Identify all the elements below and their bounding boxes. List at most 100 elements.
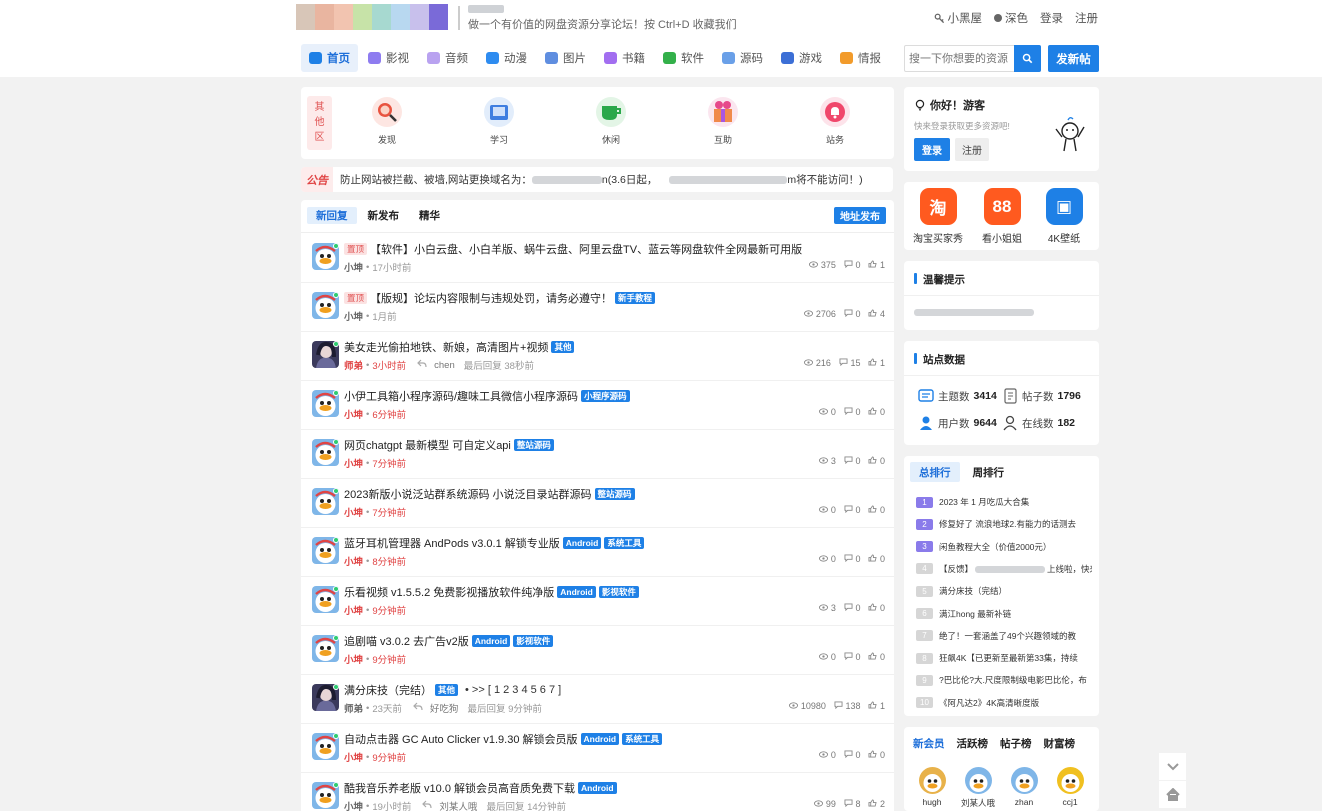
thread-tab[interactable]: 新回复 xyxy=(307,207,357,224)
avatar[interactable] xyxy=(312,635,339,662)
likes-count[interactable]: 0 xyxy=(868,554,885,564)
ranking-item[interactable]: 1 2023 年 1 月吃瓜大合集 xyxy=(916,496,1092,508)
ranking-item[interactable]: 6 满江hong 最新补链 xyxy=(916,608,1092,620)
tag-badge[interactable]: 新手教程 xyxy=(615,292,656,304)
likes-count[interactable]: 0 xyxy=(868,505,885,515)
new-post-button[interactable]: 发新帖 xyxy=(1048,45,1099,72)
tag-badge[interactable]: Android xyxy=(471,635,511,647)
member[interactable]: ccj1 xyxy=(1050,767,1090,807)
sidebar-register-button[interactable]: 注册 xyxy=(955,138,989,161)
author-name[interactable]: 小坤 xyxy=(344,260,363,274)
tag-badge[interactable]: Android xyxy=(578,782,617,794)
thread-title[interactable]: 自动点击器 GC Auto Clicker v1.9.30 解锁会员版 Andro… xyxy=(344,731,663,747)
thread-row[interactable]: 2023新版小说泛站群系统源码 小说泛目录站群源码 整站源码 小坤 • 7分钟前 0 0… xyxy=(301,479,894,528)
tag-badge[interactable]: Android xyxy=(557,586,596,598)
avatar[interactable] xyxy=(312,341,339,368)
tag-badge[interactable]: 影视软件 xyxy=(598,586,639,598)
thread-title[interactable]: 网页chatgpt 最新模型 可自定义api 整站源码 xyxy=(344,437,554,453)
thread-row[interactable]: 酷我音乐养老版 v10.0 解锁会员高音质免费下载 Android 小坤 • 19小时前… xyxy=(301,773,894,811)
thread-title[interactable]: 乐看视频 v1.5.5.2 免费影视播放软件纯净版 Android 影视软件 xyxy=(344,584,639,600)
nav-item[interactable]: 图片 xyxy=(537,44,594,72)
avatar[interactable] xyxy=(312,243,339,270)
nav-item[interactable]: 情报 xyxy=(832,44,889,72)
likes-count[interactable]: 4 xyxy=(868,309,885,319)
avatar[interactable] xyxy=(312,733,339,760)
category-search[interactable]: 发现 xyxy=(357,97,417,146)
thread-tab[interactable]: 新发布 xyxy=(359,207,409,224)
member[interactable]: 刘某人哦 xyxy=(958,767,998,809)
author-name[interactable]: 小坤 xyxy=(344,456,363,470)
thread-title[interactable]: 蓝牙耳机管理器 AndPods v3.0.1 解锁专业版 Android 系统工具 xyxy=(344,535,645,551)
app-shortcut[interactable]: ▣ 4K壁纸 xyxy=(1036,188,1092,245)
thread-row[interactable]: 满分床技（完结） 其他 • >> [ 1 2 3 4 5 6 7 ] 师弟 • 23天前 好… xyxy=(301,675,894,724)
ranking-item[interactable]: 8 狂飙4K【已更新至最新第33集，持续 xyxy=(916,652,1092,664)
search-button[interactable] xyxy=(1014,45,1041,72)
address-publish-button[interactable]: 地址发布 xyxy=(834,207,886,224)
author-name[interactable]: 小坤 xyxy=(344,603,363,617)
likes-count[interactable]: 1 xyxy=(868,701,885,711)
tag-badge[interactable]: 系统工具 xyxy=(604,537,645,549)
thread-row[interactable]: 网页chatgpt 最新模型 可自定义api 整站源码 小坤 • 7分钟前 3 0 0 xyxy=(301,430,894,479)
tag-badge[interactable]: 其他 xyxy=(435,684,459,696)
thread-title[interactable]: 满分床技（完结） 其他 • >> [ 1 2 3 4 5 6 7 ] xyxy=(344,682,561,698)
register-link[interactable]: 注册 xyxy=(1075,10,1098,26)
avatar[interactable] xyxy=(312,439,339,466)
likes-count[interactable]: 2 xyxy=(868,799,885,809)
likes-count[interactable]: 1 xyxy=(868,358,885,368)
app-shortcut[interactable]: 88 看小姐姐 xyxy=(974,188,1030,245)
author-name[interactable]: 小坤 xyxy=(344,652,363,666)
category-gift[interactable]: 互助 xyxy=(693,97,753,146)
likes-count[interactable]: 1 xyxy=(868,260,885,270)
thread-row[interactable]: 追剧喵 v3.0.2 去广告v2版 Android 影视软件 小坤 • 9分钟前 0 0 … xyxy=(301,626,894,675)
nav-item[interactable]: 源码 xyxy=(714,44,771,72)
thread-row[interactable]: 蓝牙耳机管理器 AndPods v3.0.1 解锁专业版 Android 系统工具小… xyxy=(301,528,894,577)
thread-title[interactable]: 置顶 【版规】论坛内容限制与违规处罚，请务必遵守！ 新手教程 xyxy=(344,290,656,306)
avatar[interactable] xyxy=(312,586,339,613)
likes-count[interactable]: 0 xyxy=(868,456,885,466)
dark-mode-toggle[interactable]: 深色 xyxy=(994,10,1028,26)
author-name[interactable]: 小坤 xyxy=(344,309,363,323)
avatar[interactable] xyxy=(312,390,339,417)
home-button[interactable] xyxy=(1159,781,1186,808)
nav-item[interactable]: 书籍 xyxy=(596,44,653,72)
thread-title[interactable]: 置顶 【软件】小白云盘、小白羊版、蜗牛云盘、阿里云盘TV、蓝云等网盘软件全网最新可… xyxy=(344,241,802,257)
nav-item[interactable]: 音频 xyxy=(419,44,476,72)
avatar[interactable] xyxy=(312,537,339,564)
nav-item[interactable]: 影视 xyxy=(360,44,417,72)
announcement-text[interactable]: 防止网站被拦截、被墙,网站更换域名为： n(3.6日起， m将不能访问！) xyxy=(340,172,863,187)
thread-row[interactable]: 自动点击器 GC Auto Clicker v1.9.30 解锁会员版 Andro… xyxy=(301,724,894,773)
thread-title[interactable]: 酷我音乐养老版 v10.0 解锁会员高音质免费下载 Android xyxy=(344,780,617,796)
last-reply-user[interactable]: 好吃狗 xyxy=(430,701,459,715)
thread-row[interactable]: 置顶 【版规】论坛内容限制与违规处罚，请务必遵守！ 新手教程 小坤 • 1月前 2706 … xyxy=(301,283,894,332)
tag-badge[interactable]: Android xyxy=(580,733,620,745)
member-tab[interactable]: 帖子榜 xyxy=(1000,736,1032,751)
site-logo[interactable] xyxy=(296,4,448,30)
avatar[interactable] xyxy=(312,488,339,515)
ranking-item[interactable]: 7 绝了！一套涵盖了49个兴趣领域的教 xyxy=(916,630,1092,642)
ranking-item[interactable]: 3 闲鱼教程大全（价值2000元） xyxy=(916,541,1092,553)
author-name[interactable]: 小坤 xyxy=(344,407,363,421)
scroll-down-button[interactable] xyxy=(1159,753,1186,780)
nav-item[interactable]: 首页 xyxy=(301,44,358,72)
member-tab[interactable]: 活跃榜 xyxy=(957,736,989,751)
dark-room-link[interactable]: 小黑屋 xyxy=(934,10,982,26)
search-input[interactable] xyxy=(905,46,1015,71)
member-tab[interactable]: 财富榜 xyxy=(1044,736,1076,751)
member[interactable]: zhan xyxy=(1004,767,1044,807)
category-bell[interactable]: 站务 xyxy=(805,97,865,146)
ranking-tab[interactable]: 周排行 xyxy=(964,462,1014,482)
ranking-item[interactable]: 2 修复好了 流浪地球2.有能力的话测去 xyxy=(916,518,1092,530)
author-name[interactable]: 小坤 xyxy=(344,799,363,811)
tag-badge[interactable]: 系统工具 xyxy=(622,733,663,745)
avatar[interactable] xyxy=(312,782,339,809)
app-shortcut[interactable]: 淘淘宝买家秀 xyxy=(910,188,966,245)
likes-count[interactable]: 0 xyxy=(868,603,885,613)
ranking-item[interactable]: 4 【反馈】 上线啦，快来提交 xyxy=(916,563,1092,575)
author-name[interactable]: 小坤 xyxy=(344,505,363,519)
author-name[interactable]: 师弟 xyxy=(344,358,363,372)
tag-badge[interactable]: Android xyxy=(562,537,602,549)
thread-title[interactable]: 小伊工具箱小程序源码/趣味工具微信小程序源码 小程序源码 xyxy=(344,388,630,404)
sidebar-login-button[interactable]: 登录 xyxy=(914,138,950,161)
tag-badge[interactable]: 整站源码 xyxy=(513,439,554,451)
author-name[interactable]: 师弟 xyxy=(344,701,363,715)
